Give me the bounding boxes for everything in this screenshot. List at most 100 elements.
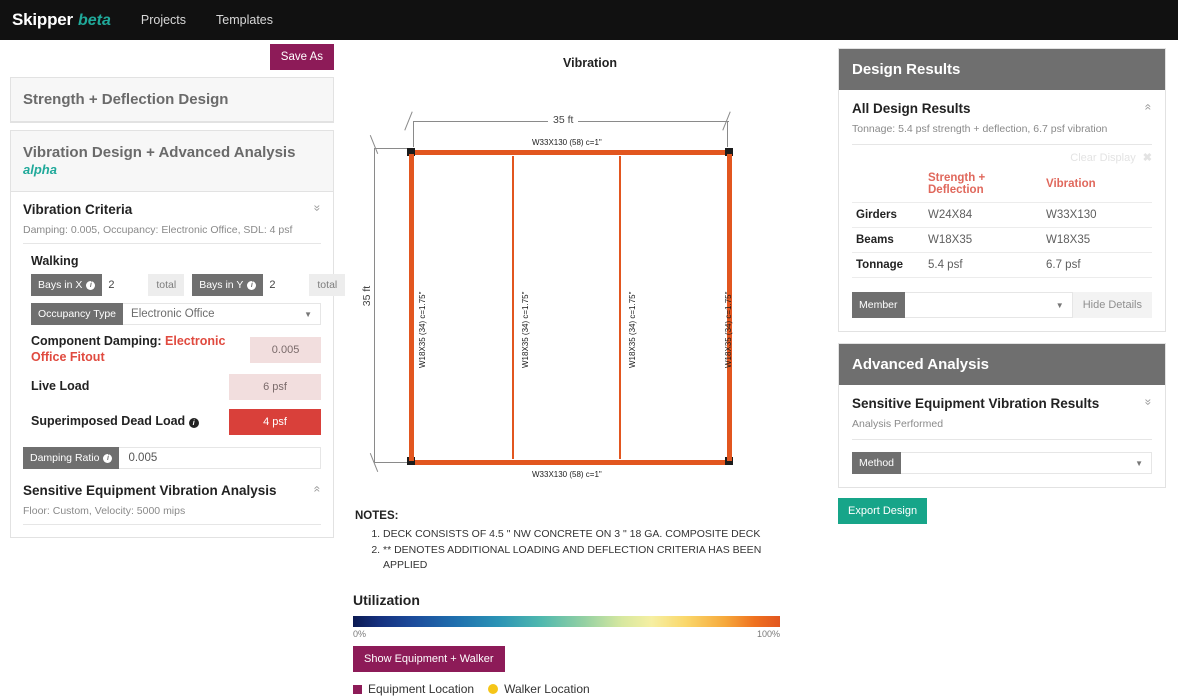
- vibration-design-header[interactable]: Vibration Design + Advanced Analysis alp…: [11, 131, 333, 192]
- damping-ratio-input[interactable]: [119, 447, 321, 470]
- live-load-label: Live Load: [31, 379, 90, 394]
- beam-1[interactable]: [409, 154, 414, 461]
- save-as-button[interactable]: Save As: [269, 44, 334, 70]
- method-label: Method: [852, 452, 902, 474]
- info-icon[interactable]: i: [247, 280, 257, 290]
- export-design-button[interactable]: Export Design: [838, 498, 928, 524]
- beam-2[interactable]: [512, 156, 514, 459]
- vibration-criteria-summary: Damping: 0.005, Occupancy: Electronic Of…: [23, 224, 321, 244]
- member-select[interactable]: ▼: [904, 292, 1073, 318]
- table-row: Beams W18X35 W18X35: [852, 227, 1152, 253]
- beam-1-label: W18X35 (34) c=1.75": [418, 291, 427, 368]
- utilization-legend: Equipment Location Walker Location: [353, 682, 783, 696]
- chevron-up-icon[interactable]: «: [311, 486, 325, 493]
- sensitive-equipment-title: Sensitive Equipment Vibration Analysis: [23, 483, 277, 499]
- utilization-max-label: 100%: [756, 629, 780, 639]
- show-equipment-walker-button[interactable]: Show Equipment + Walker: [353, 646, 505, 672]
- occupancy-type-select[interactable]: Electronic Office ▼: [123, 303, 321, 325]
- utilization-title: Utilization: [353, 592, 420, 608]
- chevron-down-icon: ▼: [304, 309, 312, 319]
- clear-display-button[interactable]: Clear Display ✖: [852, 151, 1152, 164]
- component-damping-value[interactable]: 0.005: [250, 336, 321, 363]
- diagram-title: Vibration: [563, 56, 617, 70]
- damping-ratio-row: Damping Ratio i: [23, 447, 321, 470]
- row-label-girders: Girders: [852, 202, 924, 228]
- hide-details-button[interactable]: Hide Details: [1072, 292, 1152, 318]
- bays-in-y-group: Bays in Y i total: [192, 274, 346, 296]
- beams-strength-value: W18X35: [924, 227, 1042, 253]
- alpha-tag: alpha: [23, 162, 57, 177]
- all-design-results-header[interactable]: All Design Results «: [852, 101, 1156, 116]
- table-header-row: Strength + Deflection Vibration: [852, 166, 1152, 203]
- beam-3[interactable]: [619, 156, 621, 459]
- tonnage-vibration-value: 6.7 psf: [1042, 252, 1152, 278]
- nav-link-projects[interactable]: Projects: [141, 13, 186, 27]
- nav-link-templates[interactable]: Templates: [216, 13, 273, 27]
- girder-top[interactable]: [409, 150, 732, 155]
- row-label-beams: Beams: [852, 227, 924, 253]
- info-icon[interactable]: i: [103, 453, 113, 463]
- chevron-up-icon[interactable]: «: [1142, 104, 1156, 111]
- walking-heading: Walking: [31, 254, 79, 268]
- left-dimension-line: [374, 148, 375, 463]
- framing-plan: 35 ft 35 ft W33X130 (58) c=1" W33X130 (5…: [346, 78, 786, 479]
- occupancy-row: Occupancy Type Electronic Office ▼: [31, 303, 321, 325]
- info-icon[interactable]: i: [86, 280, 96, 290]
- method-row: Method ▼: [852, 452, 1152, 474]
- column-header-blank: [852, 166, 924, 203]
- strength-deflection-card[interactable]: Strength + Deflection Design: [10, 77, 334, 123]
- bays-in-y-label: Bays in Y i: [192, 274, 264, 296]
- damping-ratio-label: Damping Ratio i: [23, 447, 120, 470]
- occupancy-type-label: Occupancy Type: [31, 303, 124, 325]
- sensitive-results-header[interactable]: Sensitive Equipment Vibration Results »: [852, 396, 1156, 411]
- left-extension-top: [374, 148, 408, 149]
- analysis-performed-summary: Analysis Performed: [852, 418, 1152, 440]
- vibration-design-card: Vibration Design + Advanced Analysis alp…: [10, 130, 346, 539]
- save-as-row: Save As: [10, 44, 334, 70]
- clear-display-label: Clear Display: [1070, 152, 1136, 164]
- column-header-vibration: Vibration: [1042, 166, 1152, 203]
- brand-logo[interactable]: Skipper beta: [12, 10, 111, 30]
- girder-bottom[interactable]: [409, 460, 732, 465]
- design-results-table-body: Girders W24X84 W33X130 Beams W18X35 W18X…: [852, 202, 1152, 278]
- girders-vibration-value: W33X130: [1042, 202, 1152, 228]
- component-damping-text: Component Damping:: [31, 334, 162, 348]
- component-damping-label: Component Damping: Electronic Office Fit…: [31, 334, 240, 365]
- chevron-down-icon[interactable]: »: [311, 205, 325, 212]
- design-results-table: Strength + Deflection Vibration Girders …: [852, 166, 1152, 278]
- vibration-criteria-header[interactable]: Vibration Criteria »: [23, 202, 325, 217]
- live-load-value[interactable]: 6 psf: [229, 374, 321, 401]
- girders-strength-value: W24X84: [924, 202, 1042, 228]
- beams-vibration-value: W18X35: [1042, 227, 1152, 253]
- beam-4-label: W18X35 (34) c=1.75": [724, 291, 733, 368]
- notes-title: NOTES:: [355, 510, 399, 522]
- sensitive-equipment-header[interactable]: Sensitive Equipment Vibration Analysis «: [23, 483, 325, 499]
- info-icon[interactable]: i: [188, 418, 199, 429]
- left-dimension-label: 35 ft: [361, 280, 374, 312]
- bays-in-y-input[interactable]: [263, 274, 310, 296]
- sensitive-results-title: Sensitive Equipment Vibration Results: [852, 396, 1100, 411]
- advanced-analysis-body: Sensitive Equipment Vibration Results » …: [839, 385, 1165, 487]
- design-results-table-head: Strength + Deflection Vibration: [852, 166, 1152, 203]
- member-row: Member ▼ Hide Details: [852, 292, 1152, 318]
- superimposed-dead-load-value[interactable]: 4 psf: [229, 409, 321, 436]
- advanced-analysis-header: Advanced Analysis: [839, 344, 1165, 385]
- strength-deflection-header[interactable]: Strength + Deflection Design: [11, 78, 333, 122]
- member-label: Member: [852, 292, 905, 318]
- right-sidebar: Design Results All Design Results « Tonn…: [838, 48, 1166, 524]
- notes-list: DECK CONSISTS OF 4.5 " NW CONCRETE ON 3 …: [355, 527, 785, 574]
- bays-in-x-label: Bays in X i: [31, 274, 103, 296]
- bays-in-y-text: Bays in Y: [199, 279, 244, 291]
- equipment-location-swatch: [353, 684, 362, 694]
- bays-in-x-input[interactable]: [102, 274, 149, 296]
- chevron-down-icon[interactable]: »: [1142, 399, 1156, 406]
- all-design-results-title: All Design Results: [852, 101, 971, 116]
- note-item: ** DENOTES ADDITIONAL LOADING AND DEFLEC…: [383, 543, 785, 573]
- vibration-criteria-body: Vibration Criteria » Damping: 0.005, Occ…: [11, 192, 346, 537]
- sensitive-equipment-summary: Floor: Custom, Velocity: 5000 mips: [23, 505, 321, 526]
- note-item: DECK CONSISTS OF 4.5 " NW CONCRETE ON 3 …: [383, 527, 785, 542]
- notes-section: NOTES: DECK CONSISTS OF 4.5 " NW CONCRET…: [355, 510, 785, 575]
- method-select[interactable]: ▼: [901, 452, 1152, 474]
- equipment-location-label: Equipment Location: [368, 682, 475, 696]
- row-label-tonnage: Tonnage: [852, 252, 924, 278]
